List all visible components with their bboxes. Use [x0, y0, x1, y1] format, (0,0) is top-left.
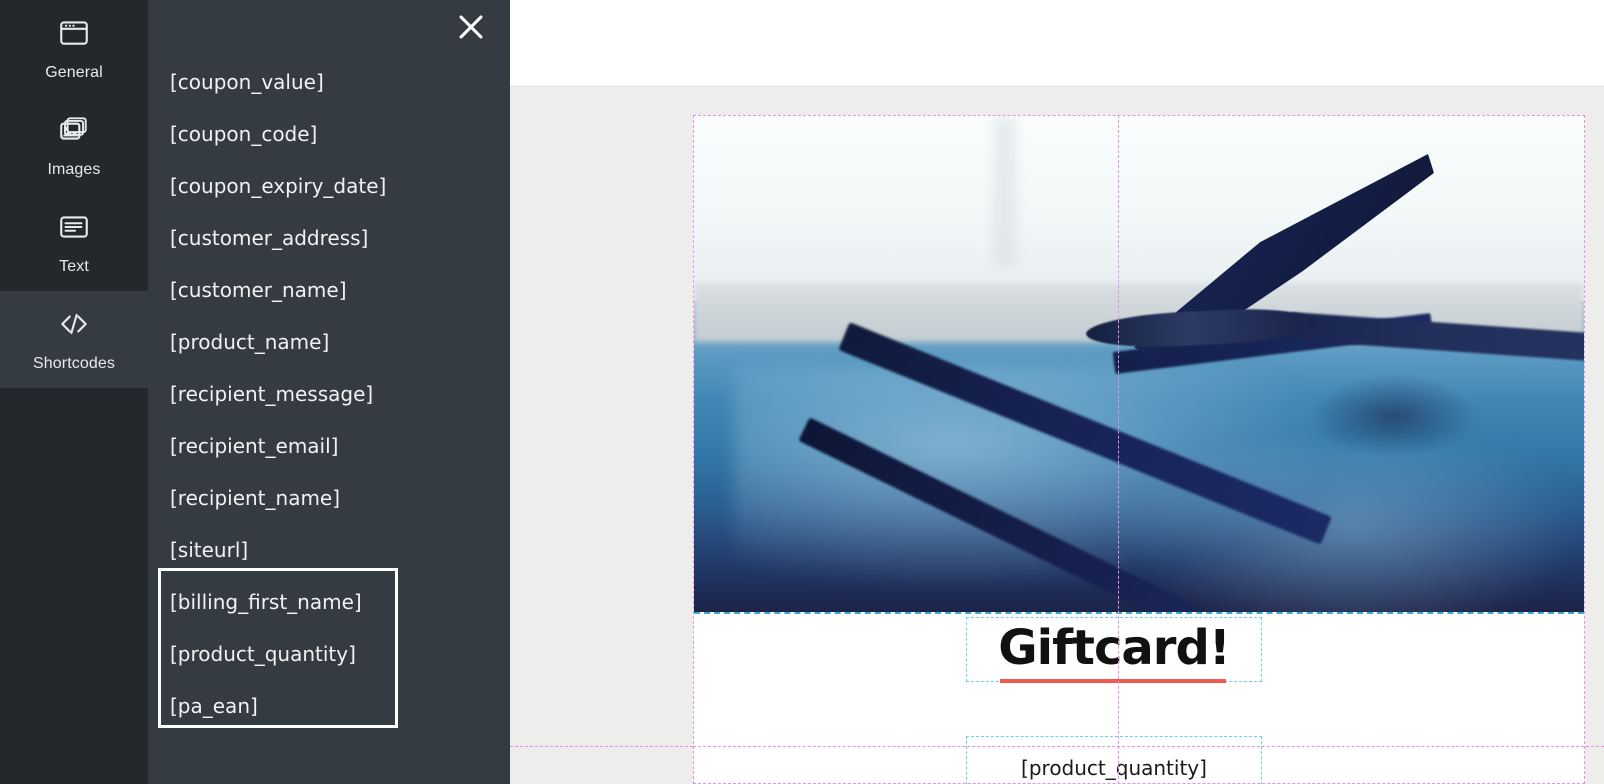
rail-item-general[interactable]: General [0, 0, 148, 97]
editor-tool-rail: General Images Text Shortcodes [0, 0, 148, 784]
shortcode-item[interactable]: [siteurl] [148, 524, 510, 576]
shortcode-item[interactable]: [coupon_value] [148, 56, 510, 108]
panel-close-button[interactable] [454, 10, 488, 44]
shortcode-item[interactable]: [customer_name] [148, 264, 510, 316]
shortcode-item[interactable]: [recipient_email] [148, 420, 510, 472]
code-brackets-icon [57, 307, 91, 346]
photo-window-light [694, 116, 1584, 301]
text-lines-icon [57, 210, 91, 249]
guide-line-horizontal [693, 746, 1604, 747]
heading-underline-rule [1000, 679, 1226, 683]
rail-item-label: Text [59, 257, 89, 275]
product-quantity-block[interactable]: [product_quantity] [966, 736, 1262, 784]
rail-item-shortcodes[interactable]: Shortcodes [0, 291, 148, 388]
browser-window-icon [57, 16, 91, 55]
shortcode-item[interactable]: [recipient_message] [148, 368, 510, 420]
shortcode-item[interactable]: [pa_ean] [148, 680, 510, 732]
shortcodes-panel: [coupon_value] [coupon_code] [coupon_expir… [148, 0, 510, 784]
shortcode-item[interactable]: [product_name] [148, 316, 510, 368]
product-quantity-placeholder: [product_quantity] [1021, 756, 1207, 780]
guide-line-vertical-center [1118, 115, 1119, 784]
gift-photo [694, 116, 1584, 612]
photo-window-pane [994, 116, 1016, 266]
shortcode-item[interactable]: [customer_address] [148, 212, 510, 264]
shortcode-item[interactable]: [coupon_expiry_date] [148, 160, 510, 212]
rail-item-text[interactable]: Text [0, 194, 148, 291]
close-icon [459, 15, 483, 39]
hero-image-block[interactable] [694, 116, 1584, 614]
rail-item-label: Shortcodes [33, 354, 115, 372]
rail-item-images[interactable]: Images [0, 97, 148, 194]
email-sheet[interactable]: Giftcard! [product_quantity] [693, 115, 1585, 784]
shortcode-item[interactable]: [coupon_code] [148, 108, 510, 160]
email-template-editor: Giftcard! [product_quantity] [coupon_val… [0, 0, 1604, 784]
shortcode-item[interactable]: [product_quantity] [148, 628, 510, 680]
rail-item-label: Images [47, 160, 101, 178]
images-stack-icon [57, 113, 91, 152]
shortcode-item[interactable]: [recipient_name] [148, 472, 510, 524]
shortcode-list[interactable]: [coupon_value] [coupon_code] [coupon_expir… [148, 56, 510, 732]
heading-block[interactable]: Giftcard! [966, 617, 1262, 682]
rail-item-label: General [45, 63, 103, 81]
page-title: Giftcard! [998, 619, 1230, 676]
shortcode-item[interactable]: [billing_first_name] [148, 576, 510, 628]
